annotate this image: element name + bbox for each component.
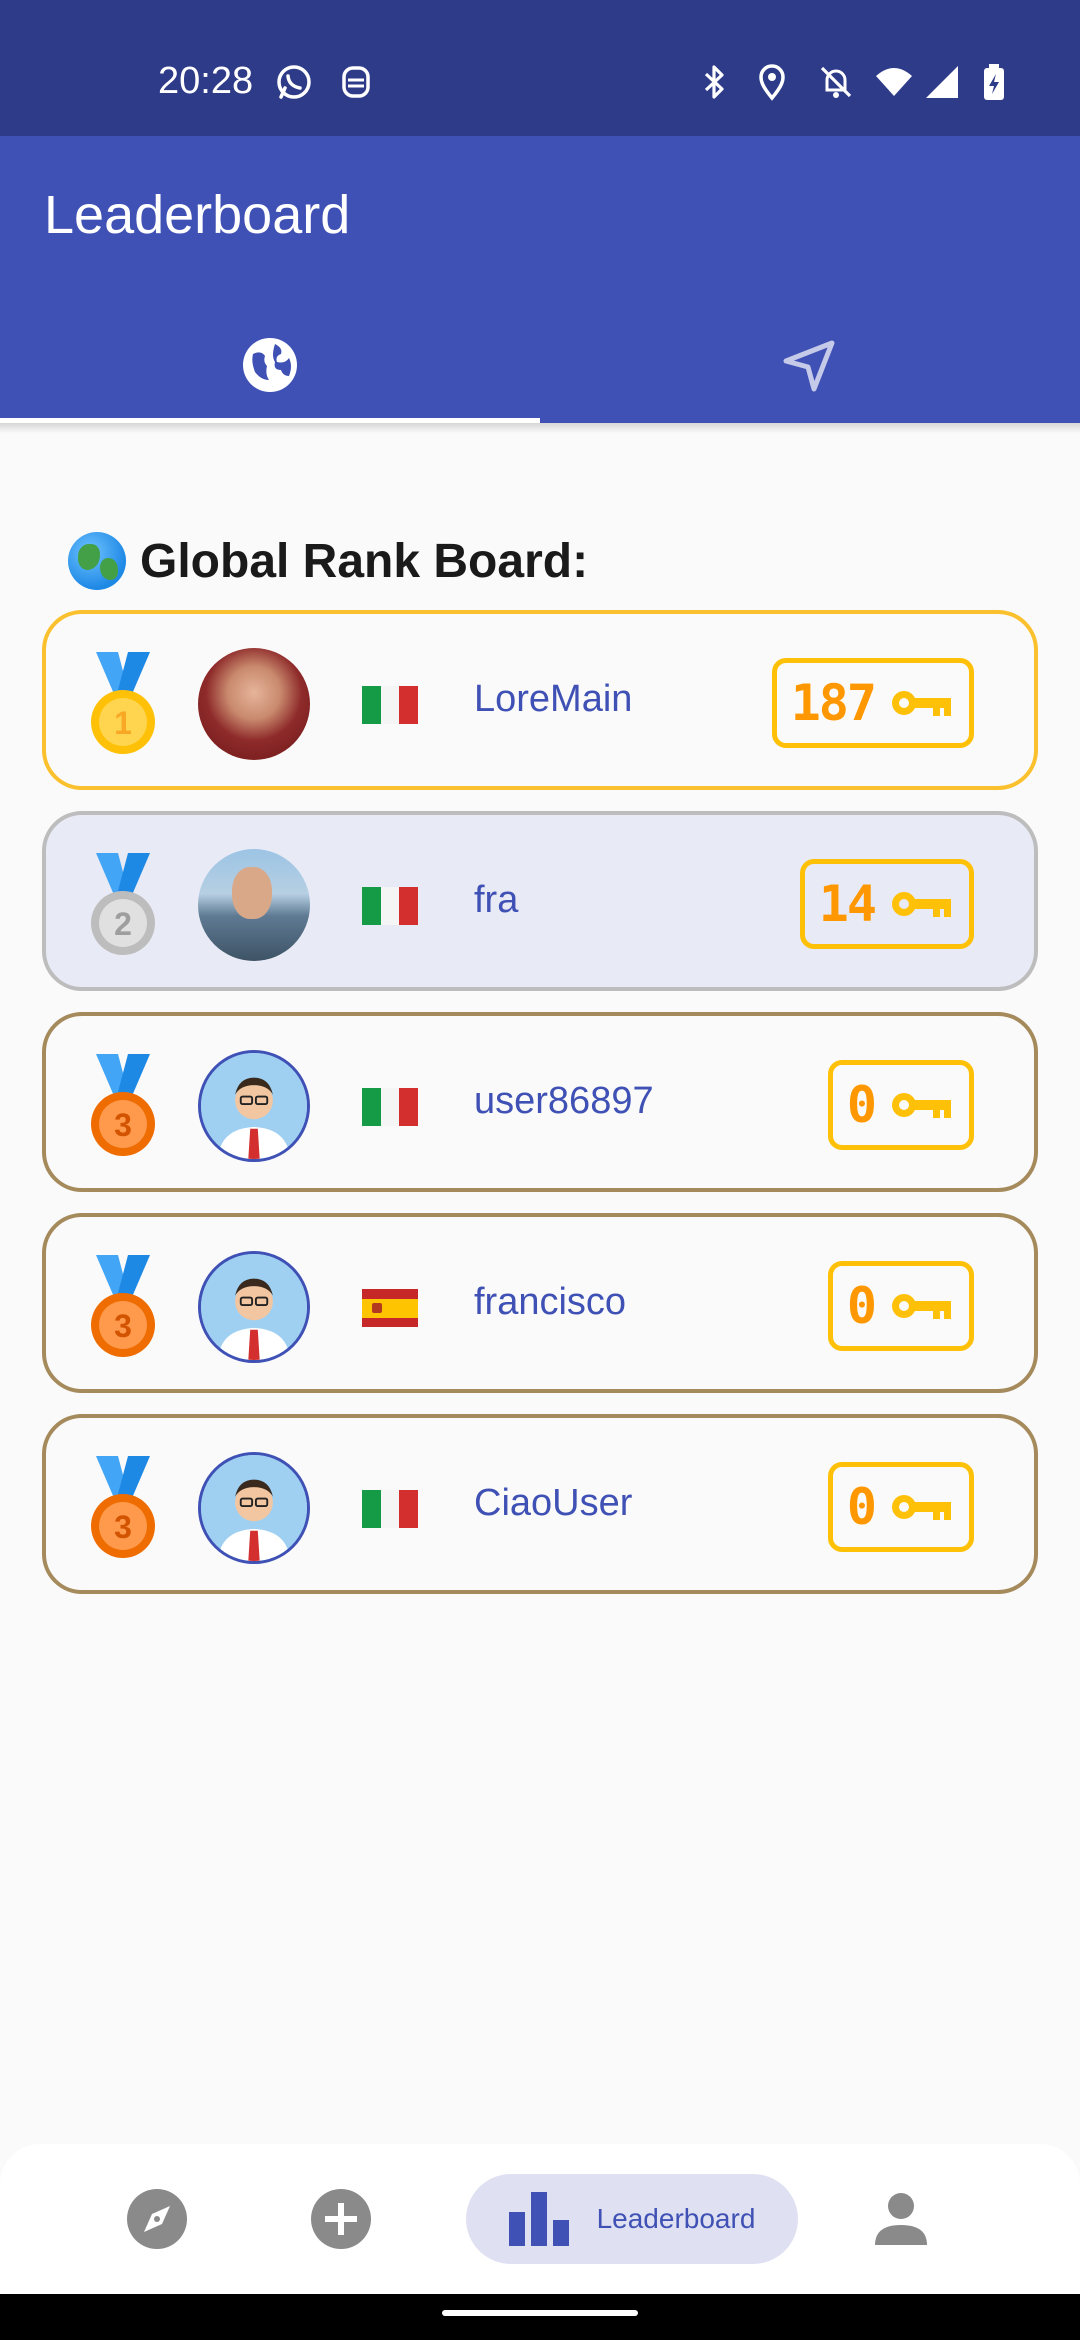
score-badge: 0 — [827, 1462, 974, 1552]
nav-profile[interactable] — [856, 2174, 946, 2264]
key-icon — [892, 1495, 951, 1520]
compass-icon — [127, 2189, 187, 2249]
spain-flag-icon — [362, 1289, 418, 1327]
nav-add[interactable] — [296, 2174, 386, 2264]
app-bar-shadow — [0, 423, 1080, 433]
gesture-bar — [0, 2294, 1080, 2340]
score-value: 14 — [818, 875, 877, 933]
rank-card[interactable]: 2 fra 14 — [42, 811, 1038, 991]
page-title: Leaderboard — [44, 185, 351, 245]
bronze-medal-icon: 3 — [91, 1255, 155, 1357]
avatar — [198, 849, 310, 961]
nav-leaderboard-label: Leaderboard — [596, 2203, 756, 2234]
username: LoreMain — [474, 678, 633, 720]
section-title-text: Global Rank Board: — [140, 534, 589, 588]
rank-card[interactable]: 3 francisco 0 — [42, 1213, 1038, 1393]
battery-charging-icon — [984, 64, 1004, 100]
avatar — [198, 648, 310, 760]
medal-rank-label: 3 — [114, 1509, 132, 1545]
person-icon — [875, 2193, 927, 2245]
username: francisco — [474, 1281, 627, 1323]
notification-app-icon — [342, 66, 370, 98]
status-bar: 20:28 — [0, 0, 1080, 136]
tab-nearby[interactable] — [540, 306, 1080, 423]
medal-rank-label: 2 — [114, 906, 132, 942]
leaderboard-icon — [508, 2192, 569, 2246]
bronze-medal-icon: 3 — [91, 1456, 155, 1558]
bottom-navigation: Leaderboard — [0, 2144, 1080, 2294]
add-circle-icon — [311, 2189, 371, 2249]
gold-medal-icon: 1 — [91, 652, 155, 754]
rank-card[interactable]: 3 user86897 0 — [42, 1012, 1038, 1192]
italy-flag-icon — [362, 1088, 419, 1126]
rank-list: 1 LoreMain 187 2 fra 14 3 user86897 0 3 … — [42, 610, 1038, 1615]
key-icon — [892, 1294, 951, 1319]
rank-card[interactable]: 1 LoreMain 187 — [42, 610, 1038, 790]
bronze-medal-icon: 3 — [91, 1054, 155, 1156]
score-badge: 187 — [771, 658, 974, 748]
section-title: Global Rank Board: — [68, 532, 588, 590]
score-badge: 0 — [827, 1261, 974, 1351]
navigation-arrow-icon — [783, 340, 835, 391]
earth-globe-icon — [68, 532, 126, 590]
medal-rank-label: 3 — [114, 1107, 132, 1143]
nav-explore[interactable] — [112, 2174, 202, 2264]
app-bar: Leaderboard — [0, 136, 1080, 423]
home-gesture-handle[interactable] — [442, 2310, 638, 2316]
key-icon — [892, 691, 951, 716]
avatar — [198, 1251, 310, 1363]
score-badge: 14 — [799, 859, 974, 949]
italy-flag-icon — [362, 686, 419, 724]
signal-icon — [926, 66, 958, 98]
nav-leaderboard[interactable]: Leaderboard — [466, 2174, 798, 2264]
username: fra — [474, 879, 519, 921]
italy-flag-icon — [362, 1490, 419, 1528]
avatar — [198, 1452, 310, 1564]
bluetooth-icon — [704, 65, 724, 99]
globe-icon — [243, 337, 297, 392]
username: user86897 — [474, 1080, 654, 1122]
medal-rank-label: 3 — [114, 1308, 132, 1344]
score-badge: 0 — [827, 1060, 974, 1150]
wifi-icon — [876, 68, 912, 96]
score-value: 0 — [846, 1277, 877, 1335]
medal-rank-label: 1 — [114, 705, 132, 741]
rank-card[interactable]: 3 CiaoUser 0 — [42, 1414, 1038, 1594]
mute-icon — [820, 66, 852, 98]
username: CiaoUser — [474, 1482, 633, 1524]
tab-global[interactable] — [0, 306, 540, 423]
key-icon — [892, 1093, 951, 1118]
avatar — [198, 1050, 310, 1162]
score-value: 0 — [846, 1076, 877, 1134]
score-value: 187 — [790, 674, 877, 732]
key-icon — [892, 892, 951, 917]
score-value: 0 — [846, 1478, 877, 1536]
italy-flag-icon — [362, 887, 419, 925]
status-time: 20:28 — [158, 60, 254, 102]
location-icon — [759, 64, 785, 101]
silver-medal-icon: 2 — [91, 853, 155, 955]
whatsapp-icon — [277, 65, 311, 99]
